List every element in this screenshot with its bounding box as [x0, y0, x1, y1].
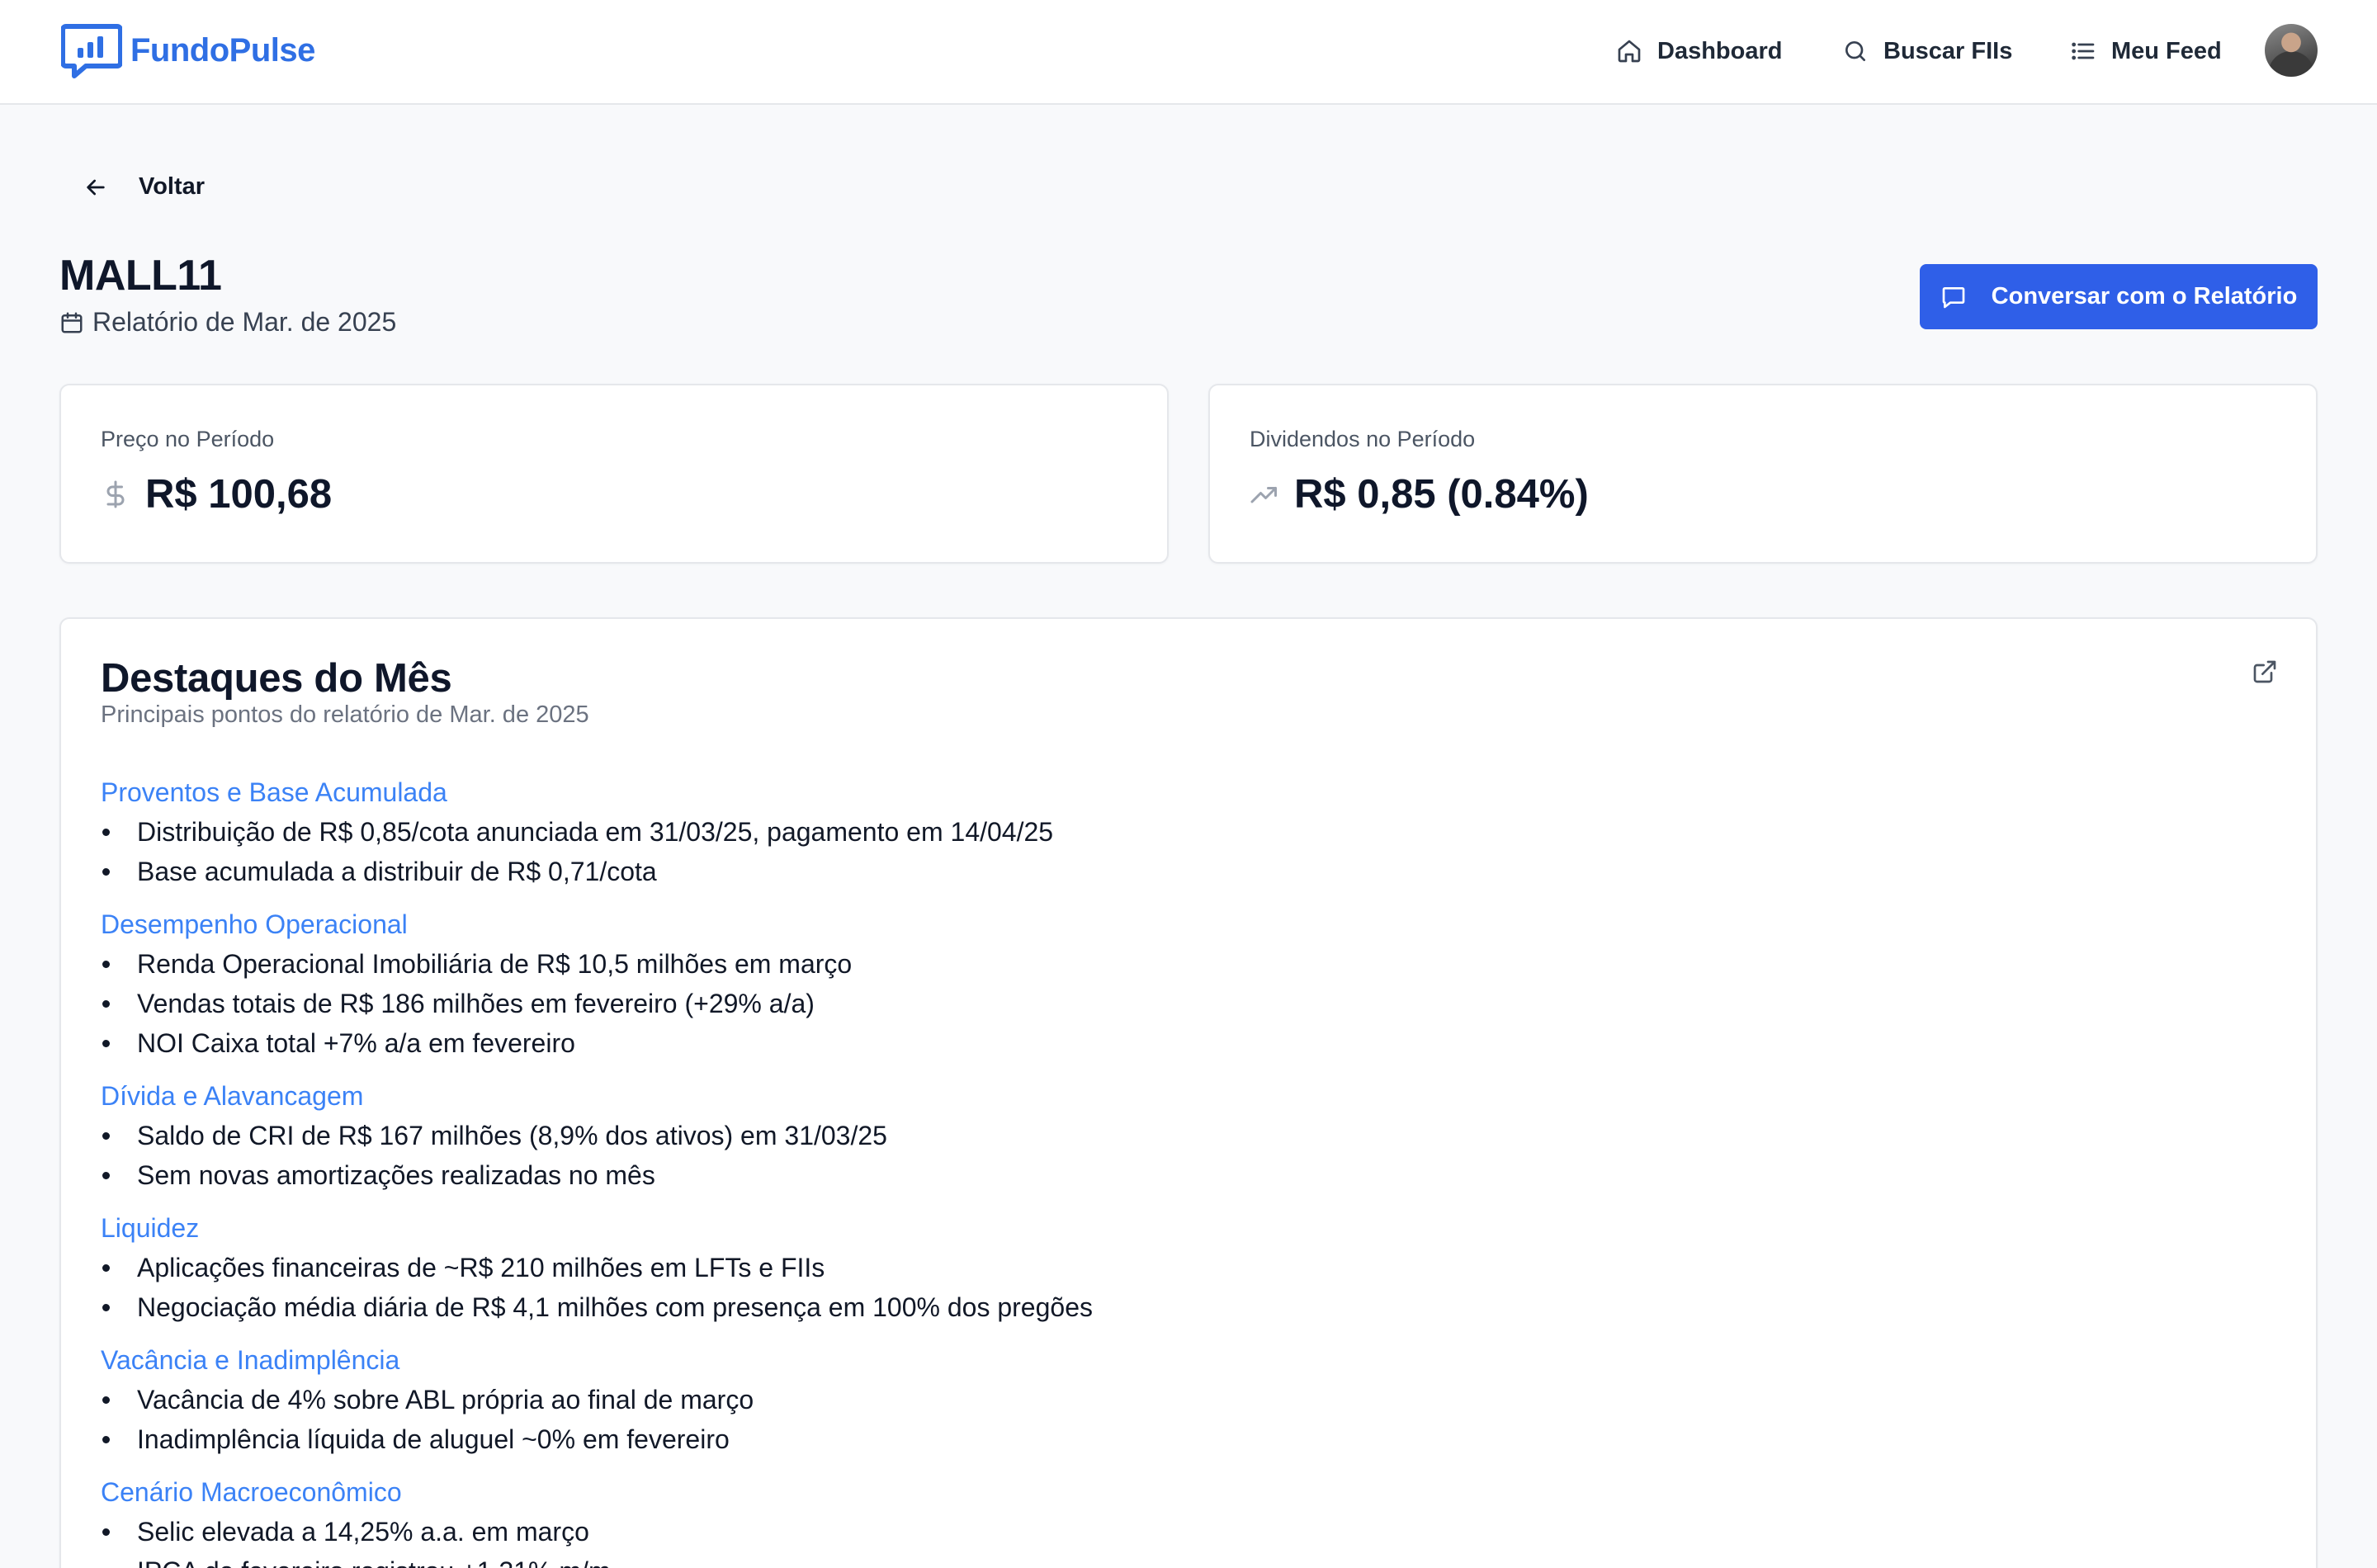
- brand-name: FundoPulse: [130, 31, 315, 68]
- price-card: Preço no Período R$ 100,68: [59, 384, 1169, 564]
- nav-feed[interactable]: Meu Feed: [2070, 30, 2222, 73]
- list-item: Vendas totais de R$ 186 milhões em fever…: [101, 984, 1093, 1023]
- dividends-value-row: R$ 0,85 (0.84%): [1250, 471, 1589, 517]
- list-item: Saldo de CRI de R$ 167 milhões (8,9% dos…: [101, 1116, 1093, 1155]
- list-item: Sem novas amortizações realizadas no mês: [101, 1155, 1093, 1195]
- dollar-icon: [106, 480, 125, 508]
- dividends-label: Dividendos no Período: [1250, 427, 1476, 451]
- section-desempenho: Desempenho Operacional Renda Operacional…: [101, 904, 1093, 1063]
- nav-buscar-label: Buscar FIIs: [1883, 37, 2013, 64]
- list-item: NOI Caixa total +7% a/a em fevereiro: [101, 1023, 1093, 1063]
- list-item: Selic elevada a 14,25% a.a. em março: [101, 1512, 1093, 1551]
- chat-with-report-button[interactable]: Conversar com o Relatório: [1920, 264, 2318, 329]
- section-title: Desempenho Operacional: [101, 909, 408, 939]
- external-link-icon[interactable]: [2252, 659, 2278, 685]
- back-button[interactable]: Voltar: [83, 173, 205, 201]
- list-item: Distribuição de R$ 0,85/cota anunciada e…: [101, 812, 1093, 852]
- highlights-title: Destaques do Mês: [101, 656, 452, 701]
- nav-buscar[interactable]: Buscar FIIs: [1842, 30, 2012, 73]
- section-title: Proventos e Base Acumulada: [101, 777, 447, 807]
- highlight-sections: Proventos e Base Acumulada Distribuição …: [101, 772, 1093, 1568]
- brand-logo[interactable]: FundoPulse: [61, 20, 315, 81]
- message-icon: [1942, 286, 1965, 308]
- price-label: Preço no Período: [101, 427, 275, 451]
- top-navbar: FundoPulse Dashboard Buscar FIIs Meu Fee…: [0, 0, 2377, 105]
- section-vacancia: Vacância e Inadimplência Vacância de 4% …: [101, 1340, 1093, 1459]
- section-list: Vacância de 4% sobre ABL própria ao fina…: [101, 1380, 1093, 1459]
- search-icon: [1845, 41, 1865, 61]
- chat-button-label: Conversar com o Relatório: [1991, 283, 2298, 309]
- avatar[interactable]: [2265, 24, 2318, 77]
- calendar-icon: [61, 312, 83, 333]
- dividends-card: Dividendos no Período R$ 0,85 (0.84%): [1208, 384, 2318, 564]
- highlights-card: Destaques do Mês Principais pontos do re…: [59, 617, 2318, 1568]
- list-item: Inadimplência líquida de aluguel ~0% em …: [101, 1419, 1093, 1459]
- list-item: Aplicações financeiras de ~R$ 210 milhõe…: [101, 1248, 1093, 1287]
- section-list: Saldo de CRI de R$ 167 milhões (8,9% dos…: [101, 1116, 1093, 1195]
- trending-up-icon: [1250, 487, 1277, 503]
- list-item: IPCA de fevereiro registrou +1,31% m/m: [101, 1551, 1093, 1568]
- section-list: Selic elevada a 14,25% a.a. em março IPC…: [101, 1512, 1093, 1568]
- section-list: Renda Operacional Imobiliária de R$ 10,5…: [101, 944, 1093, 1063]
- report-date: Relatório de Mar. de 2025: [59, 307, 396, 338]
- nav-dashboard-link[interactable]: Dashboard: [1616, 38, 1782, 65]
- nav-buscar-link[interactable]: Buscar FIIs: [1842, 38, 2012, 65]
- nav-feed-label: Meu Feed: [2111, 37, 2222, 64]
- nav-feed-link[interactable]: Meu Feed: [2070, 38, 2222, 65]
- chat-chart-icon: [61, 24, 122, 78]
- list-item: Renda Operacional Imobiliária de R$ 10,5…: [101, 944, 1093, 984]
- nav-dashboard-label: Dashboard: [1657, 37, 1783, 64]
- home-icon: [1618, 40, 1641, 63]
- section-title: Dívida e Alavancagem: [101, 1081, 364, 1111]
- report-date-label: Relatório de Mar. de 2025: [92, 307, 397, 337]
- section-title: Cenário Macroeconômico: [101, 1477, 402, 1507]
- section-title: Liquidez: [101, 1213, 200, 1243]
- section-liquidez: Liquidez Aplicações financeiras de ~R$ 2…: [101, 1208, 1093, 1327]
- list-item: Negociação média diária de R$ 4,1 milhõe…: [101, 1287, 1093, 1327]
- section-proventos: Proventos e Base Acumulada Distribuição …: [101, 772, 1093, 891]
- section-divida: Dívida e Alavancagem Saldo de CRI de R$ …: [101, 1076, 1093, 1195]
- list-item: Base acumulada a distribuir de R$ 0,71/c…: [101, 852, 1093, 891]
- section-macro: Cenário Macroeconômico Selic elevada a 1…: [101, 1472, 1093, 1568]
- page-title: MALL11: [59, 252, 222, 300]
- list-icon: [2072, 42, 2095, 60]
- highlights-subtitle: Principais pontos do relatório de Mar. d…: [101, 701, 589, 728]
- arrow-left-icon: [87, 179, 105, 195]
- section-title: Vacância e Inadimplência: [101, 1345, 400, 1375]
- back-label: Voltar: [139, 173, 206, 200]
- list-item: Vacância de 4% sobre ABL própria ao fina…: [101, 1380, 1093, 1419]
- section-list: Distribuição de R$ 0,85/cota anunciada e…: [101, 812, 1093, 891]
- nav-dashboard[interactable]: Dashboard: [1616, 30, 1782, 73]
- section-list: Aplicações financeiras de ~R$ 210 milhõe…: [101, 1248, 1093, 1327]
- price-value: R$ 100,68: [145, 472, 333, 517]
- price-value-row: R$ 100,68: [101, 471, 332, 517]
- dividends-value: R$ 0,85 (0.84%): [1294, 472, 1589, 517]
